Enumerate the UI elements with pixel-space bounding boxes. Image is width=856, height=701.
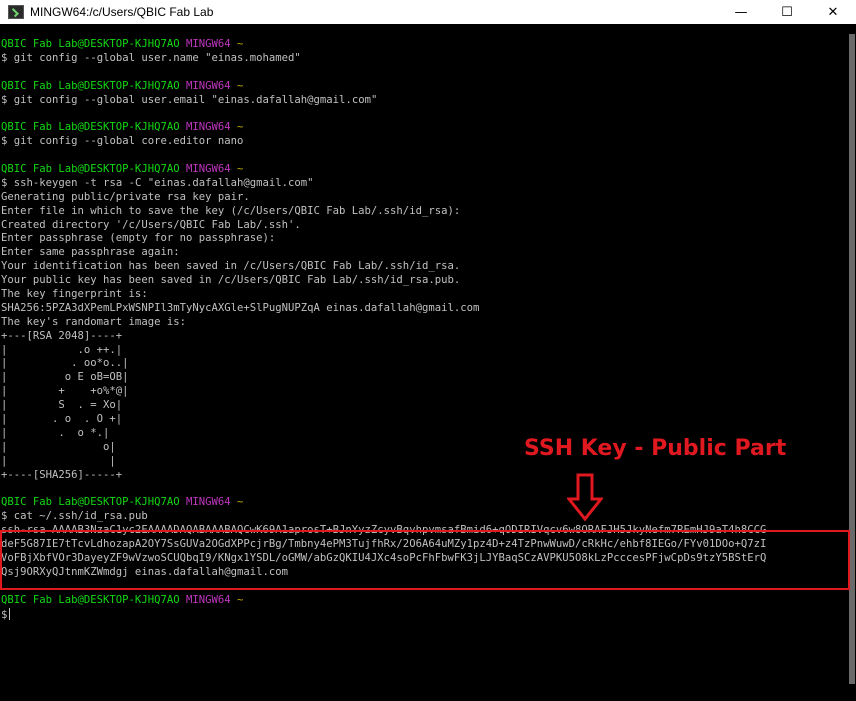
prompt-line: QBIC Fab Lab@DESKTOP-KJHQ7AO MINGW64 ~ xyxy=(1,163,848,177)
randomart-line: +----[SHA256]-----+ xyxy=(1,468,123,481)
fingerprint-line: SHA256:5PZA3dXPemLPxWSNPIl3mTyNycAXGle+S… xyxy=(1,301,480,314)
randomart-line: | . oo*o..| xyxy=(1,357,129,370)
randomart-line: | . o . O +| xyxy=(1,413,123,426)
output-line: Enter file in which to save the key (/c/… xyxy=(1,204,461,217)
vertical-scrollbar[interactable] xyxy=(848,24,856,701)
prompt-shell: MINGW64 xyxy=(185,163,231,176)
prompt-dir: ~ xyxy=(237,163,244,176)
public-key-highlight-box xyxy=(0,530,850,590)
command-line: $ cat ~/.ssh/id_rsa.pub xyxy=(1,510,848,524)
mingw-terminal-icon xyxy=(8,5,24,19)
prompt-dir: ~ xyxy=(237,121,244,134)
annotation-label: SSH Key - Public Part xyxy=(524,436,787,461)
randomart-line: | + +o%*@| xyxy=(1,385,129,398)
prompt-line: QBIC Fab Lab@DESKTOP-KJHQ7AO MINGW64 ~ xyxy=(1,121,848,135)
prompt-dir: ~ xyxy=(237,79,244,92)
prompt-symbol: $ xyxy=(1,135,8,148)
output-line: Enter same passphrase again: xyxy=(1,246,180,259)
prompt-line: QBIC Fab Lab@DESKTOP-KJHQ7AO MINGW64 ~ xyxy=(1,594,848,608)
maximize-button[interactable]: ☐ xyxy=(764,0,810,24)
output-line: Your identification has been saved in /c… xyxy=(1,260,461,273)
command-text: git config --global core.editor nano xyxy=(13,135,244,148)
prompt-dir: ~ xyxy=(237,496,244,509)
prompt-shell: MINGW64 xyxy=(185,496,231,509)
output-line: Enter passphrase (empty for no passphras… xyxy=(1,232,276,245)
minimize-button[interactable]: — xyxy=(718,0,764,24)
prompt-user-host: QBIC Fab Lab@DESKTOP-KJHQ7AO xyxy=(1,38,180,50)
output-line: The key's randomart image is: xyxy=(1,315,186,328)
terminal-output[interactable]: QBIC Fab Lab@DESKTOP-KJHQ7AO MINGW64 ~ $… xyxy=(0,38,848,701)
randomart-line: +---[RSA 2048]----+ xyxy=(1,329,123,342)
prompt-shell: MINGW64 xyxy=(185,38,231,50)
randomart-line: | S . = Xo| xyxy=(1,399,123,412)
terminal-window: MINGW64:/c/Users/QBIC Fab Lab — ☐ ✕ QBIC… xyxy=(0,0,856,701)
prompt-shell: MINGW64 xyxy=(185,593,231,606)
down-arrow-icon xyxy=(567,473,603,521)
title-bar[interactable]: MINGW64:/c/Users/QBIC Fab Lab — ☐ ✕ xyxy=(0,0,856,24)
prompt-user-host: QBIC Fab Lab@DESKTOP-KJHQ7AO xyxy=(1,79,180,92)
prompt-shell: MINGW64 xyxy=(185,121,231,134)
command-text: ssh-keygen -t rsa -C "einas.dafallah@gma… xyxy=(13,176,314,189)
prompt-user-host: QBIC Fab Lab@DESKTOP-KJHQ7AO xyxy=(1,121,180,134)
prompt-symbol: $ xyxy=(1,51,8,64)
input-line[interactable]: $ xyxy=(1,607,848,622)
prompt-line: QBIC Fab Lab@DESKTOP-KJHQ7AO MINGW64 ~ xyxy=(1,38,848,52)
command-line: $ ssh-keygen -t rsa -C "einas.dafallah@g… xyxy=(1,177,848,191)
prompt-symbol: $ xyxy=(1,608,8,621)
prompt-user-host: QBIC Fab Lab@DESKTOP-KJHQ7AO xyxy=(1,593,180,606)
close-button[interactable]: ✕ xyxy=(810,0,856,24)
output-line: The key fingerprint is: xyxy=(1,288,148,301)
prompt-line: QBIC Fab Lab@DESKTOP-KJHQ7AO MINGW64 ~ xyxy=(1,80,848,94)
prompt-symbol: $ xyxy=(1,176,8,189)
prompt-user-host: QBIC Fab Lab@DESKTOP-KJHQ7AO xyxy=(1,496,180,509)
prompt-symbol: $ xyxy=(1,510,8,523)
prompt-dir: ~ xyxy=(237,38,244,50)
randomart-line: | o E oB=OB| xyxy=(1,371,129,384)
output-line: Created directory '/c/Users/QBIC Fab Lab… xyxy=(1,218,301,231)
prompt-line: QBIC Fab Lab@DESKTOP-KJHQ7AO MINGW64 ~ xyxy=(1,496,848,510)
text-cursor xyxy=(9,607,11,620)
randomart-line: | .o ++.| xyxy=(1,343,123,356)
output-line: Generating public/private rsa key pair. xyxy=(1,190,250,203)
command-text: git config --global user.email "einas.da… xyxy=(13,93,378,106)
prompt-symbol: $ xyxy=(1,93,8,106)
command-text: cat ~/.ssh/id_rsa.pub xyxy=(13,510,148,523)
output-line: Your public key has been saved in /c/Use… xyxy=(1,274,461,287)
prompt-shell: MINGW64 xyxy=(185,79,231,92)
prompt-dir: ~ xyxy=(237,593,244,606)
command-text: git config --global user.name "einas.moh… xyxy=(13,51,301,64)
command-line: $ git config --global core.editor nano xyxy=(1,135,848,149)
prompt-user-host: QBIC Fab Lab@DESKTOP-KJHQ7AO xyxy=(1,163,180,176)
command-line: $ git config --global user.name "einas.m… xyxy=(1,52,848,66)
command-line: $ git config --global user.email "einas.… xyxy=(1,94,848,108)
window-title: MINGW64:/c/Users/QBIC Fab Lab xyxy=(30,5,214,19)
